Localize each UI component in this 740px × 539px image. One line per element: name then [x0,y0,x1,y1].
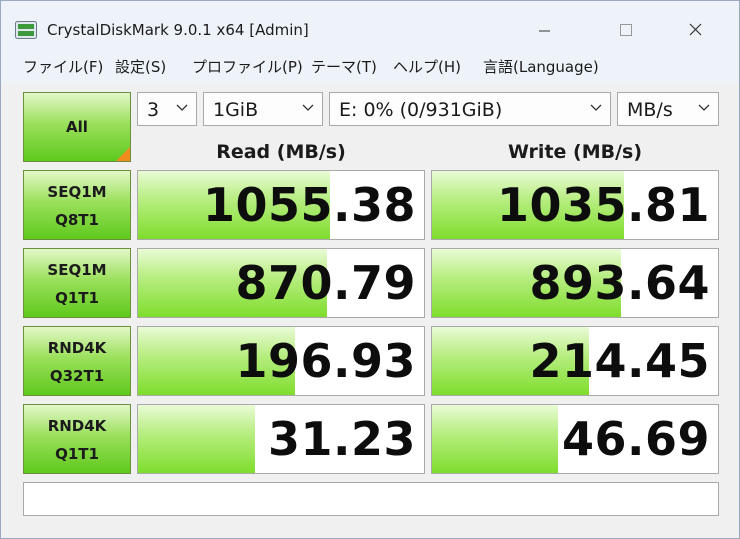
chevron-down-icon [698,104,710,111]
read-value: 196.93 [235,334,416,388]
test-name-line2: Q1T1 [55,445,99,463]
test-name-line2: Q8T1 [55,211,99,229]
read-value: 1055.38 [202,178,416,232]
read-result-cell: 870.79 [137,248,425,318]
write-result-cell: 893.64 [431,248,719,318]
test-name-line1: RND4K [47,417,107,435]
test-name-line2: Q1T1 [55,289,99,307]
read-header: Read (MB/s) [216,141,346,163]
unit-select[interactable]: MB/s [617,92,719,126]
test-button-rnd4k-q1t1[interactable]: RND4K Q1T1 [23,404,131,474]
write-bar [432,405,558,473]
write-value: 46.69 [561,412,710,466]
chevron-down-icon [302,104,314,111]
write-result-cell: 46.69 [431,404,719,474]
window-title: CrystalDiskMark 9.0.1 x64 [Admin] [47,21,309,39]
write-value: 893.64 [529,256,710,310]
size-select[interactable]: 1GiB [203,92,323,126]
test-name-line1: RND4K [47,339,107,357]
all-button-label: All [66,118,88,136]
test-button-seq1m-q1t1[interactable]: SEQ1M Q1T1 [23,248,131,318]
minimize-icon[interactable] [521,13,567,43]
title-bar[interactable]: CrystalDiskMark 9.0.1 x64 [Admin] [1,1,739,47]
read-result-cell: 196.93 [137,326,425,396]
app-icon [15,21,37,39]
write-value: 1035.81 [496,178,710,232]
drive-select[interactable]: E: 0% (0/931GiB) [329,92,611,126]
write-result-cell: 214.45 [431,326,719,396]
size-value: 1GiB [213,99,259,121]
read-value: 31.23 [267,412,416,466]
test-button-seq1m-q8t1[interactable]: SEQ1M Q8T1 [23,170,131,240]
maximize-icon[interactable] [603,13,649,43]
write-header: Write (MB/s) [507,141,643,163]
menu-theme[interactable]: テーマ(T) [311,56,377,77]
chevron-down-icon [590,104,602,111]
menu-help[interactable]: ヘルプ(H) [393,56,461,77]
chevron-down-icon [176,104,188,111]
comment-input[interactable] [23,482,719,516]
test-name-line2: Q32T1 [49,367,105,385]
count-value: 3 [147,99,160,121]
corner-marker-icon [116,147,130,161]
menu-language[interactable]: 言語(Language) [483,56,599,77]
all-button[interactable]: All [23,92,131,162]
count-select[interactable]: 3 [137,92,197,126]
test-button-rnd4k-q32t1[interactable]: RND4K Q32T1 [23,326,131,396]
close-icon[interactable] [673,13,719,43]
write-result-cell: 1035.81 [431,170,719,240]
read-result-cell: 31.23 [137,404,425,474]
read-result-cell: 1055.38 [137,170,425,240]
test-name-line1: SEQ1M [47,261,107,279]
read-value: 870.79 [235,256,416,310]
read-bar [138,405,256,473]
app-window: CrystalDiskMark 9.0.1 x64 [Admin] ファイル(F… [0,0,740,539]
test-name-line1: SEQ1M [47,183,107,201]
menu-file[interactable]: ファイル(F) [23,56,103,77]
drive-value: E: 0% (0/931GiB) [339,99,503,121]
write-value: 214.45 [529,334,710,388]
menu-bar: ファイル(F) 設定(S) プロファイル(P) テーマ(T) ヘルプ(H) 言語… [1,47,739,83]
unit-value: MB/s [627,99,673,121]
menu-profile[interactable]: プロファイル(P) [192,56,303,77]
menu-settings[interactable]: 設定(S) [115,56,166,77]
